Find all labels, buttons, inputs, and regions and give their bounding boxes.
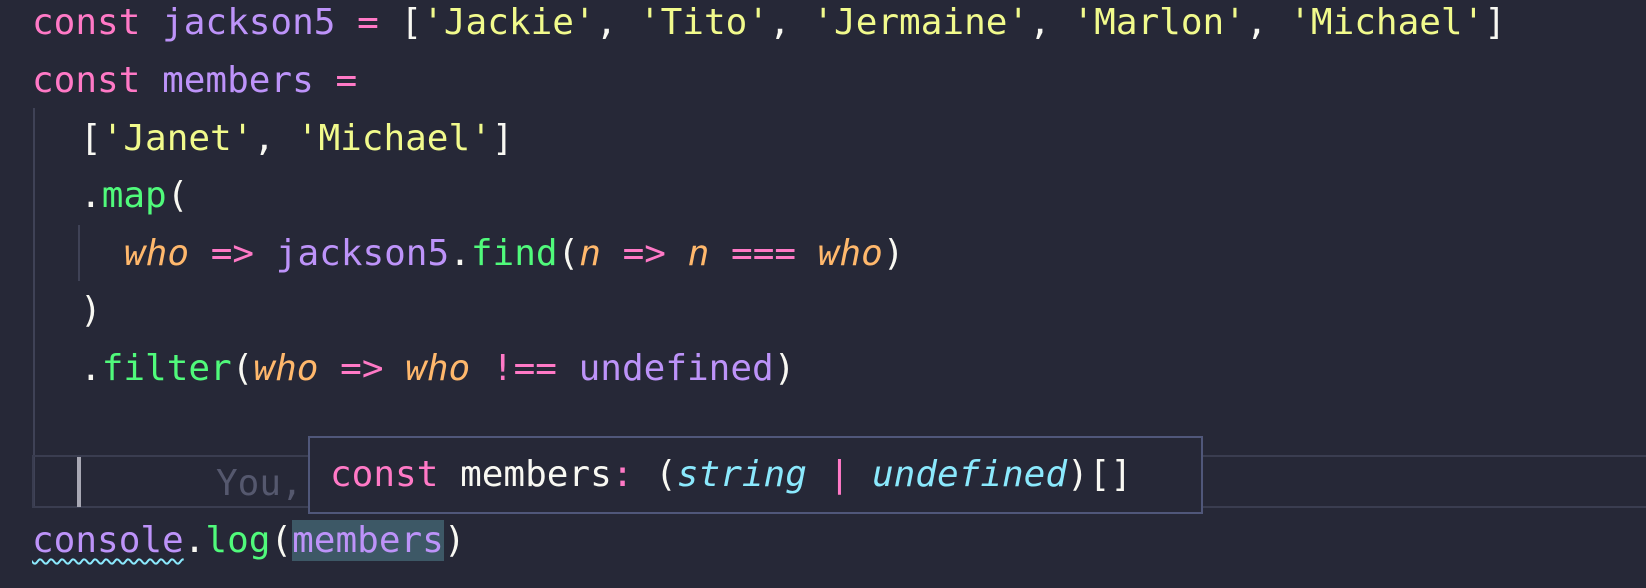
comma: , xyxy=(1029,2,1073,43)
keyword-const: const xyxy=(32,60,141,101)
comma: , xyxy=(769,2,813,43)
paren-close: ) xyxy=(80,290,102,331)
text-cursor xyxy=(77,457,81,507)
arrow-operator: => xyxy=(210,233,255,274)
identifier-console: console xyxy=(32,520,184,561)
code-line-1[interactable]: const jackson5 = ['Jackie', 'Tito', 'Jer… xyxy=(32,0,1506,51)
code-line-5[interactable]: who => jackson5.find(n => n === who) xyxy=(124,225,904,282)
hover-identifier: members xyxy=(460,454,612,495)
identifier-jackson5: jackson5 xyxy=(162,2,336,43)
code-line-3[interactable]: ['Janet', 'Michael'] xyxy=(80,110,514,167)
arrow-operator: => xyxy=(622,233,666,274)
code-line-7[interactable]: .filter(who => who !== undefined) xyxy=(80,340,795,397)
hover-type-string: string xyxy=(676,454,807,495)
identifier-jackson5: jackson5 xyxy=(275,233,450,274)
bracket-close: ] xyxy=(1484,2,1506,43)
param-who: who xyxy=(405,348,471,389)
indent-guide-inner xyxy=(78,225,80,281)
param-who: who xyxy=(253,348,319,389)
param-who: who xyxy=(817,233,883,274)
keyword-undefined: undefined xyxy=(578,348,774,389)
keyword-const: const xyxy=(32,2,141,43)
code-line-6[interactable]: ) xyxy=(80,282,102,339)
dot: . xyxy=(80,348,102,389)
paren-close: ) xyxy=(443,520,466,561)
comma: , xyxy=(1245,2,1290,43)
paren-open: ( xyxy=(557,233,580,274)
hovered-identifier-members[interactable]: members xyxy=(292,520,444,561)
method-map: map xyxy=(101,175,167,216)
type-hover-tooltip: const members: (string | undefined)[] xyxy=(308,436,1203,514)
strict-not-equal-operator: !== xyxy=(491,348,557,389)
indent-guide-outer xyxy=(33,108,35,508)
hover-union-pipe: | xyxy=(828,454,851,495)
method-find: find xyxy=(470,233,558,274)
paren-open: ( xyxy=(270,520,293,561)
param-n: n xyxy=(687,233,710,274)
hover-paren-open: ( xyxy=(655,454,677,495)
string-literal: 'Janet' xyxy=(101,118,254,159)
dot: . xyxy=(449,233,471,274)
bracket-open: [ xyxy=(80,118,102,159)
code-editor[interactable]: const jackson5 = ['Jackie', 'Tito', 'Jer… xyxy=(0,0,1646,588)
method-filter: filter xyxy=(101,348,232,389)
operator-assign: = xyxy=(357,2,379,43)
code-line-4[interactable]: .map( xyxy=(80,167,188,224)
paren-close: ) xyxy=(882,233,905,274)
paren-open: ( xyxy=(166,175,189,216)
string-literal: 'Michael' xyxy=(1289,2,1485,43)
method-log: log xyxy=(205,520,271,561)
arrow-operator: => xyxy=(340,348,384,389)
param-who: who xyxy=(124,233,190,274)
operator-assign: = xyxy=(335,60,358,101)
hover-type-undefined: undefined xyxy=(871,454,1068,495)
hover-colon: : xyxy=(611,454,634,495)
dot: . xyxy=(80,175,102,216)
comma: , xyxy=(595,2,639,43)
string-literal: 'Tito' xyxy=(638,2,769,43)
code-line-10[interactable]: console.log(members) xyxy=(32,512,466,569)
code-line-2[interactable]: const members = xyxy=(32,52,357,109)
paren-open: ( xyxy=(231,348,254,389)
bracket-open: [ xyxy=(400,2,423,43)
dot: . xyxy=(183,520,206,561)
string-literal: 'Michael' xyxy=(296,118,492,159)
string-literal: 'Jermaine' xyxy=(812,2,1030,43)
bracket-close: ] xyxy=(491,118,514,159)
string-literal: 'Marlon' xyxy=(1072,2,1246,43)
git-blame-annotation: You, xyxy=(216,463,303,504)
comma: , xyxy=(253,118,297,159)
param-n: n xyxy=(579,233,601,274)
string-literal: 'Jackie' xyxy=(422,2,596,43)
strict-equal-operator: === xyxy=(731,233,797,274)
hover-array-suffix: )[] xyxy=(1067,454,1133,495)
identifier-members: members xyxy=(162,60,314,101)
paren-close: ) xyxy=(773,348,796,389)
code-line-9[interactable]: You, xyxy=(216,455,303,512)
hover-keyword: const xyxy=(330,454,439,495)
